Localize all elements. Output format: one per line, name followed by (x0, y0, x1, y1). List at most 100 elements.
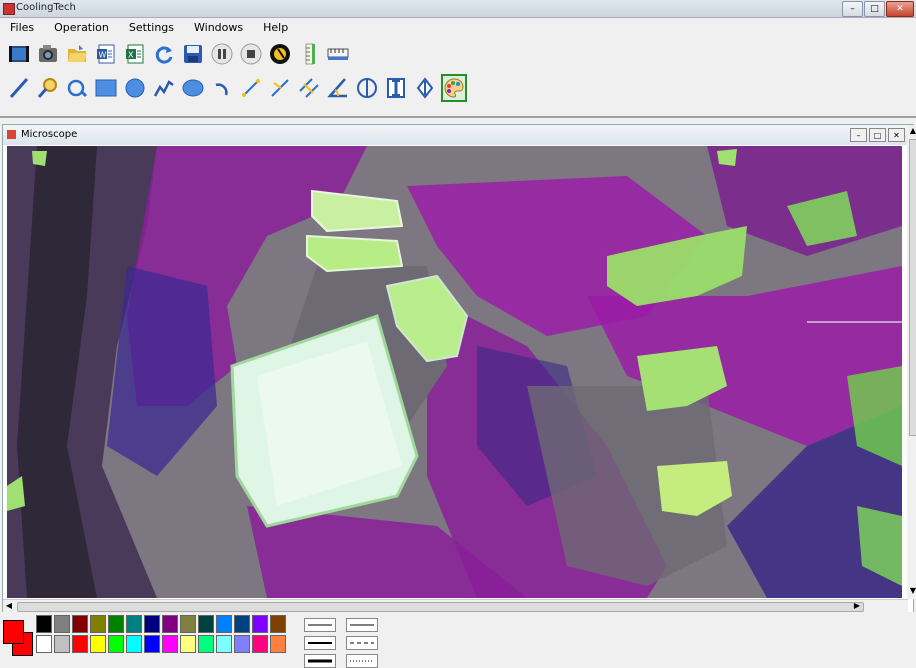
menu-operation[interactable]: Operation (44, 19, 119, 37)
line-style-dot[interactable] (346, 654, 378, 668)
color-swatch[interactable] (90, 635, 106, 653)
line-style-thick[interactable] (304, 654, 336, 668)
export-excel-button[interactable]: X (122, 40, 148, 68)
rotate-button[interactable] (64, 74, 90, 102)
color-swatch[interactable] (252, 615, 268, 633)
window-controls: – □ ✕ (842, 1, 914, 17)
line-style-medium[interactable] (304, 636, 336, 650)
maximize-button[interactable]: □ (864, 1, 885, 17)
color-swatch[interactable] (198, 615, 214, 633)
parallel-distance-icon (299, 78, 319, 98)
color-swatch[interactable] (180, 615, 196, 633)
pause-button[interactable] (209, 40, 235, 68)
color-swatch[interactable] (36, 615, 52, 633)
svg-text:X: X (128, 51, 134, 60)
color-swatch[interactable] (126, 635, 142, 653)
color-swatch[interactable] (234, 635, 250, 653)
color-swatch[interactable] (270, 615, 286, 633)
color-swatch[interactable] (36, 635, 52, 653)
parallel-distance-button[interactable] (296, 74, 322, 102)
vertical-scrollbar[interactable]: ▲ ▼ (907, 125, 916, 599)
camera-button[interactable] (35, 40, 61, 68)
export-word-button[interactable]: W (93, 40, 119, 68)
save-button[interactable] (180, 40, 206, 68)
scroll-up-icon[interactable]: ▲ (907, 125, 916, 137)
color-swatch[interactable] (144, 635, 160, 653)
zoom-button[interactable] (35, 74, 61, 102)
line-style-solid[interactable] (346, 618, 378, 632)
close-button[interactable]: ✕ (886, 1, 914, 17)
open-button[interactable] (64, 40, 90, 68)
color-swatch[interactable] (144, 615, 160, 633)
rectangle-tool-button[interactable] (93, 74, 119, 102)
color-swatch[interactable] (180, 635, 196, 653)
minimize-icon: – (856, 130, 861, 140)
microscope-title-bar[interactable]: Microscope – □ ✕ (3, 125, 913, 145)
child-minimize-button[interactable]: – (850, 128, 867, 142)
color-swatch[interactable] (162, 635, 178, 653)
foreground-color-swatch[interactable] (3, 620, 24, 644)
minimize-button[interactable]: – (842, 1, 863, 17)
height-measure-button[interactable] (383, 74, 409, 102)
color-swatch[interactable] (108, 615, 124, 633)
scroll-down-icon[interactable]: ▼ (907, 585, 916, 597)
export-excel-icon: X (126, 44, 144, 64)
menu-settings[interactable]: Settings (119, 19, 184, 37)
color-swatch[interactable] (252, 635, 268, 653)
circle-diameter-icon (357, 78, 377, 98)
video-button[interactable] (6, 40, 32, 68)
maximize-icon: □ (873, 130, 882, 140)
horizontal-scrollbar[interactable]: ◀ ▶ (3, 599, 908, 612)
color-swatch[interactable] (54, 615, 70, 633)
color-swatch[interactable] (108, 635, 124, 653)
point-line-distance-button[interactable] (267, 74, 293, 102)
line-tool-icon (9, 78, 29, 98)
microscope-window: Microscope – □ ✕ ◀ ▶ ▲ ▼ (2, 124, 916, 613)
maximize-icon: □ (870, 3, 879, 14)
color-swatch[interactable] (270, 635, 286, 653)
color-swatch[interactable] (216, 615, 232, 633)
scroll-right-icon[interactable]: ▶ (851, 600, 863, 612)
horizontal-scroll-thumb[interactable] (17, 602, 864, 612)
open-folder-icon (68, 45, 87, 62)
microscope-title: Microscope (21, 129, 78, 140)
child-maximize-button[interactable]: □ (869, 128, 886, 142)
line-style-thin[interactable] (304, 618, 336, 632)
horizontal-ruler-button[interactable] (325, 40, 351, 68)
current-colors[interactable] (3, 620, 33, 656)
menu-windows[interactable]: Windows (184, 19, 253, 37)
microscope-image[interactable] (7, 146, 902, 598)
line-tool-button[interactable] (6, 74, 32, 102)
color-swatch[interactable] (198, 635, 214, 653)
polyline-tool-button[interactable] (151, 74, 177, 102)
line-style-dash[interactable] (346, 636, 378, 650)
scroll-left-icon[interactable]: ◀ (3, 600, 15, 612)
refresh-button[interactable] (151, 40, 177, 68)
menu-files[interactable]: Files (0, 19, 44, 37)
circle-diameter-button[interactable] (354, 74, 380, 102)
vertical-ruler-button[interactable] (296, 40, 322, 68)
color-swatch[interactable] (234, 615, 250, 633)
angle-tool-button[interactable] (325, 74, 351, 102)
child-close-button[interactable]: ✕ (888, 128, 905, 142)
line-style-selector (304, 618, 378, 668)
stop-button[interactable] (238, 40, 264, 68)
color-swatch[interactable] (90, 615, 106, 633)
color-swatch[interactable] (162, 615, 178, 633)
calibrate-button[interactable] (267, 40, 293, 68)
color-swatch[interactable] (72, 615, 88, 633)
circle-tool-button[interactable] (122, 74, 148, 102)
color-palette-button[interactable] (441, 74, 467, 102)
color-swatch[interactable] (54, 635, 70, 653)
arc-tool-button[interactable] (209, 74, 235, 102)
color-swatch[interactable] (126, 615, 142, 633)
stop-icon (240, 43, 262, 65)
rectangle-tool-icon (95, 79, 117, 97)
color-swatch[interactable] (216, 635, 232, 653)
vertical-measure-button[interactable] (412, 74, 438, 102)
point-distance-button[interactable] (238, 74, 264, 102)
vertical-scroll-thumb[interactable] (909, 139, 916, 436)
color-swatch[interactable] (72, 635, 88, 653)
ellipse-tool-button[interactable] (180, 74, 206, 102)
menu-help[interactable]: Help (253, 19, 298, 37)
